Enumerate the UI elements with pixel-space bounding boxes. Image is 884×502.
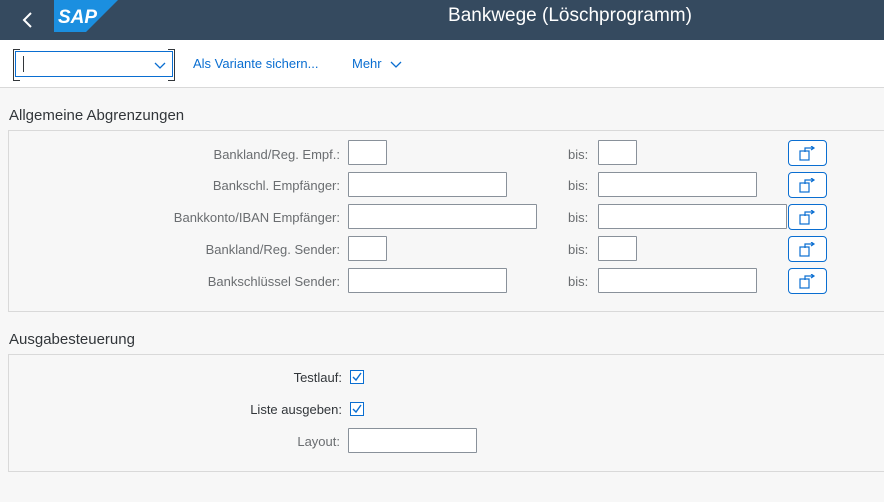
input-bankkonto-iban-empf-to[interactable] [598,204,787,229]
input-bankland-empf-from[interactable] [348,140,387,165]
label-bis: bis: [568,274,589,289]
label-testlauf: Testlauf: [293,370,342,385]
multiple-selection-button[interactable] [788,204,827,230]
label-bankschl-empf: Bankschl. Empfänger: [212,178,340,193]
multiple-selection-icon [799,242,816,257]
multiple-selection-icon [799,274,816,289]
input-bankland-empf-to[interactable] [598,140,637,165]
checkmark-icon [352,372,362,382]
input-bankschl-empf-from[interactable] [348,172,507,197]
toolbar: Als Variante sichern... Mehr [0,40,884,88]
more-chevron-down-icon[interactable] [390,58,402,70]
multiple-selection-icon [799,178,816,193]
checkmark-icon [352,404,362,414]
app-title: Bankwege (Löschprogramm) [448,5,692,26]
section-title-output: Ausgabesteuerung [9,331,135,348]
label-bis: bis: [568,242,589,257]
multiple-selection-button[interactable] [788,236,827,262]
save-as-variant-button[interactable]: Als Variante sichern... [193,56,318,72]
input-bankland-sender-to[interactable] [598,236,637,261]
multiple-selection-icon [799,210,816,225]
more-button[interactable]: Mehr [352,56,382,72]
checkbox-testlauf[interactable] [350,370,364,384]
variant-select[interactable] [13,49,175,81]
multiple-selection-button[interactable] [788,172,827,198]
chevron-left-icon[interactable] [14,6,42,34]
multiple-selection-icon [799,146,816,161]
checkbox-liste-ausgeben[interactable] [350,402,364,416]
label-bis: bis: [568,147,589,162]
label-bankschluessel-sender: Bankschlüssel Sender: [207,274,340,289]
input-bankschl-empf-to[interactable] [598,172,757,197]
sap-logo-text: SAP [58,7,97,28]
input-layout[interactable] [348,428,477,453]
label-bis: bis: [568,178,589,193]
input-bankschluessel-sender-from[interactable] [348,268,507,293]
shell-bar: SAP Bankwege (Löschprogramm) [0,0,884,40]
label-bankkonto-iban-empf: Bankkonto/IBAN Empfänger: [173,210,340,225]
label-bis: bis: [568,210,589,225]
multiple-selection-button[interactable] [788,268,827,294]
label-bankland-empf: Bankland/Reg. Empf.: [213,147,340,162]
input-bankkonto-iban-empf-from[interactable] [348,204,537,229]
panel-output [8,354,884,472]
input-bankland-sender-from[interactable] [348,236,387,261]
text-cursor [23,56,24,72]
label-layout: Layout: [297,434,340,449]
sap-logo[interactable]: SAP [54,0,118,32]
label-liste-ausgeben: Liste ausgeben: [250,402,342,417]
label-bankland-sender: Bankland/Reg. Sender: [205,242,340,257]
section-title-general: Allgemeine Abgrenzungen [9,107,185,124]
chevron-down-icon[interactable] [154,59,166,71]
input-bankschluessel-sender-to[interactable] [598,268,757,293]
multiple-selection-button[interactable] [788,140,827,166]
